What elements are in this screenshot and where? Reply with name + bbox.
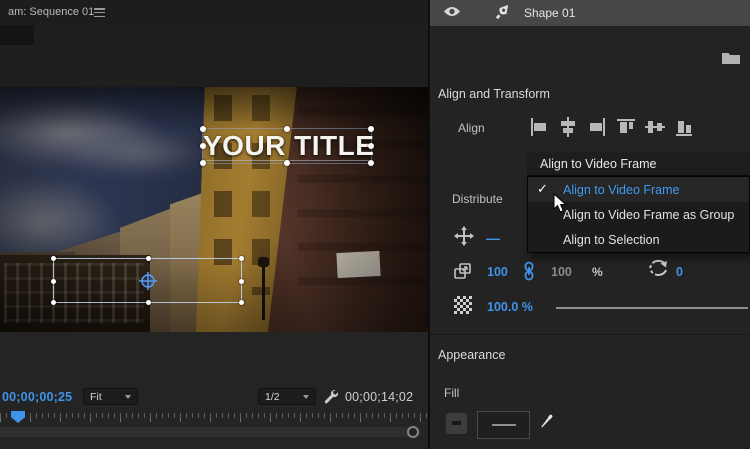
zoom-level-select[interactable]: Fit — [83, 388, 138, 405]
rotation-value[interactable]: 0 — [676, 265, 683, 279]
monitor-corner-decoration — [0, 25, 34, 45]
selection-handle[interactable] — [200, 126, 206, 132]
link-scale-icon[interactable] — [522, 261, 536, 284]
distribute-label: Distribute — [452, 192, 503, 206]
title-overlay-text[interactable]: YOUR TITLE — [203, 129, 374, 163]
align-label: Align — [458, 121, 485, 135]
selection-handle[interactable] — [239, 256, 244, 261]
position-icon[interactable] — [454, 226, 474, 249]
title-selection-box[interactable]: YOUR TITLE — [200, 126, 374, 166]
selection-handle[interactable] — [239, 278, 244, 284]
premiere-workspace: am: Sequence 01 YOUR TITLE 00;00;00;25 F… — [0, 0, 750, 449]
settings-wrench-icon[interactable] — [322, 388, 339, 408]
layer-name[interactable]: Shape 01 — [524, 6, 575, 20]
current-timecode[interactable]: 00;00;00;25 — [2, 390, 72, 404]
opacity-icon[interactable] — [454, 296, 472, 314]
menu-item-align-to-selection[interactable]: Align to Selection — [528, 227, 749, 252]
opacity-value[interactable]: 100.0 % — [487, 300, 533, 314]
eyedropper-icon[interactable] — [536, 411, 556, 436]
panel-divider — [428, 0, 430, 449]
align-right-button[interactable] — [586, 116, 608, 138]
selection-handle[interactable] — [284, 160, 290, 166]
scale-x-value[interactable]: 100 — [487, 265, 508, 279]
selection-handle[interactable] — [51, 300, 56, 305]
timeline-ruler[interactable] — [0, 412, 428, 427]
fill-toggle-button[interactable] — [446, 413, 467, 434]
layer-row-shape01[interactable]: Shape 01 — [430, 0, 750, 26]
program-monitor-tabbar: am: Sequence 01 — [0, 0, 430, 25]
selection-handle[interactable] — [200, 143, 206, 149]
rotation-icon[interactable] — [646, 259, 670, 284]
section-divider — [430, 334, 750, 335]
selection-handle[interactable] — [368, 160, 374, 166]
chevron-down-icon — [303, 394, 309, 399]
scale-unit: % — [592, 265, 603, 279]
selection-handle[interactable] — [284, 126, 290, 132]
scrollbar-knob[interactable] — [407, 426, 419, 438]
selection-handle[interactable] — [239, 300, 244, 305]
scale-y-value[interactable]: 100 — [551, 265, 572, 279]
position-value[interactable]: — — [486, 230, 500, 246]
selection-handle[interactable] — [200, 160, 206, 166]
selection-handle[interactable] — [368, 126, 374, 132]
align-bottom-button[interactable] — [673, 116, 695, 138]
playback-resolution-select[interactable]: 1/2 — [258, 388, 316, 405]
shape-selection-box[interactable] — [51, 256, 244, 305]
mouse-cursor — [553, 192, 568, 214]
playback-resolution-value: 1/2 — [265, 390, 280, 403]
align-to-menu: ✓ Align to Video Frame Align to Video Fr… — [527, 176, 750, 253]
selection-handle[interactable] — [368, 143, 374, 149]
selection-handle[interactable] — [51, 278, 56, 284]
fill-label: Fill — [444, 386, 460, 400]
pen-tool-icon — [494, 2, 512, 24]
scale-icon[interactable] — [453, 261, 473, 284]
align-center-horizontal-button[interactable] — [557, 116, 579, 138]
align-top-button[interactable] — [615, 116, 637, 138]
fill-color-swatch[interactable] — [477, 411, 530, 439]
timeline-scrollbar[interactable] — [0, 427, 421, 437]
selection-handle[interactable] — [145, 300, 151, 305]
selection-handle[interactable] — [51, 256, 56, 261]
zoom-level-value: Fit — [90, 390, 102, 403]
selection-handle[interactable] — [145, 256, 151, 261]
align-to-dropdown[interactable]: Align to Video Frame — [527, 152, 750, 176]
chevron-down-icon — [125, 394, 131, 399]
duration-timecode: 00;00;14;02 — [345, 390, 414, 404]
align-to-dropdown-value: Align to Video Frame — [540, 156, 657, 171]
panel-menu-icon[interactable] — [94, 8, 105, 17]
appearance-header: Appearance — [438, 348, 506, 362]
new-layer-folder-icon[interactable] — [721, 51, 741, 68]
align-center-vertical-button[interactable] — [644, 116, 666, 138]
align-left-button[interactable] — [528, 116, 550, 138]
opacity-slider[interactable] — [556, 307, 748, 309]
align-transform-header: Align and Transform — [438, 87, 550, 101]
visibility-eye-icon[interactable] — [443, 5, 461, 21]
program-tab[interactable]: am: Sequence 01 — [8, 6, 94, 18]
anchor-point-icon[interactable] — [138, 271, 157, 290]
